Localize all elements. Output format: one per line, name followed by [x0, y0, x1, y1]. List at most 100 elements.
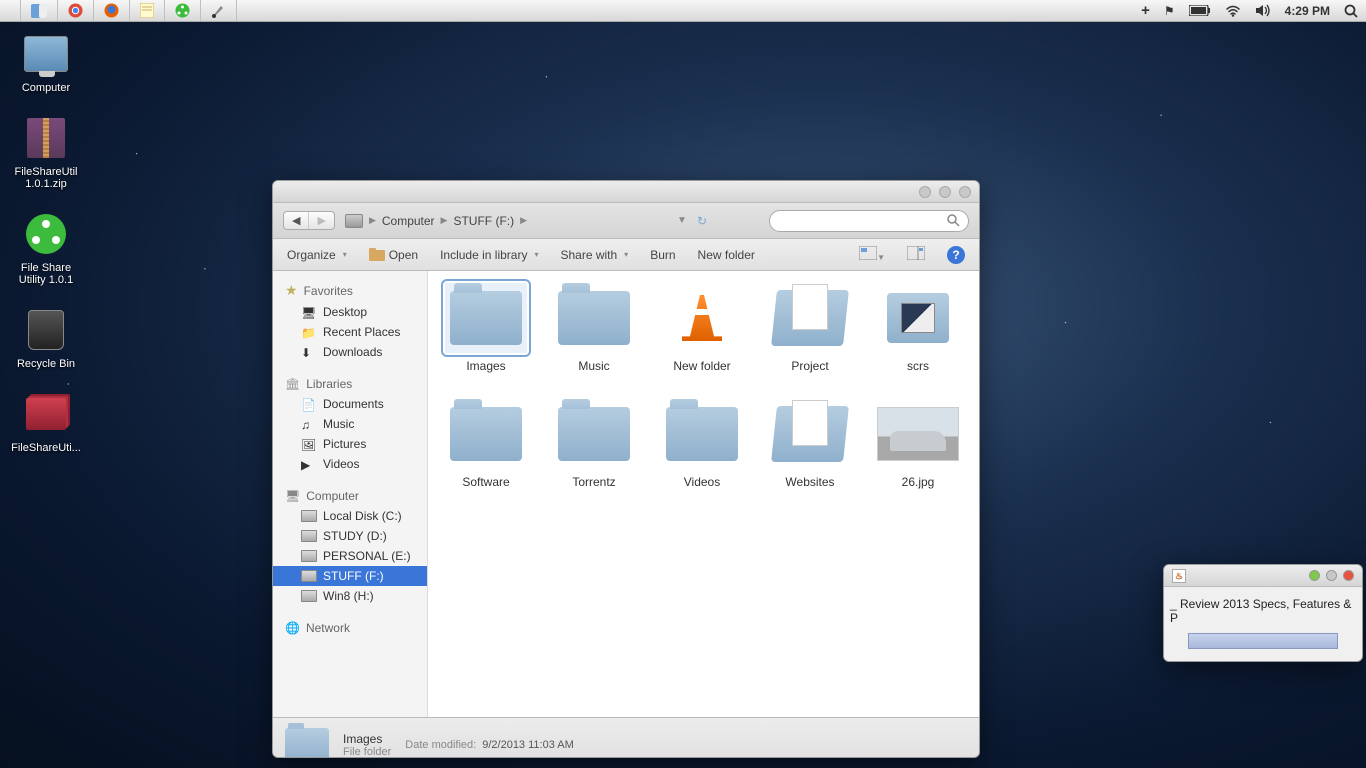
battery-icon[interactable] [1189, 5, 1211, 16]
chevron-right-icon: ▶ [520, 215, 527, 226]
folder-videos[interactable]: Videos [650, 395, 754, 507]
help-icon[interactable]: ? [947, 246, 965, 264]
add-icon[interactable]: + [1141, 2, 1150, 19]
sidebar-item-local-c[interactable]: Local Disk (C:) [273, 506, 427, 526]
share-icon [26, 214, 66, 254]
desktop-icon-zip[interactable]: FileShareUtil 1.0.1.zip [6, 114, 86, 190]
maximize-button[interactable] [1326, 570, 1337, 581]
sidebar-item-stuff-f[interactable]: STUFF (F:) [273, 566, 427, 586]
sidebar-item-personal-e[interactable]: PERSONAL (E:) [273, 546, 427, 566]
notes-app-icon[interactable] [130, 0, 165, 21]
view-mode-button[interactable]: ▼ [859, 246, 885, 263]
apple-menu-icon[interactable] [0, 0, 21, 21]
item-label: Torrentz [572, 475, 615, 489]
file-list[interactable]: Images Music New folder Project scrs Sof… [428, 271, 979, 717]
folder-screenshot-icon [887, 293, 949, 343]
icon-label: Recycle Bin [17, 358, 75, 370]
maximize-button[interactable] [939, 186, 951, 198]
finder-app-icon[interactable] [21, 0, 58, 21]
folder-software[interactable]: Software [434, 395, 538, 507]
status-name: Images [343, 732, 391, 746]
disk-icon [301, 510, 317, 522]
popup-titlebar[interactable]: ♨ [1164, 565, 1362, 587]
desktop-icon-computer[interactable]: Computer [6, 30, 86, 94]
folder-music[interactable]: Music [542, 279, 646, 391]
command-toolbar: Organize Open Include in library Share w… [273, 239, 979, 271]
refresh-icon[interactable]: ↻ [697, 214, 707, 228]
icon-label: FileShareUti... [11, 442, 81, 454]
dropdown-icon[interactable]: ▼ [677, 215, 687, 226]
new-folder-button[interactable]: New folder [698, 248, 755, 262]
nav-toolbar: ◀ ▶ ▶ Computer ▶ STUFF (F:) ▶ ▼ ↻ [273, 203, 979, 239]
window-titlebar[interactable] [273, 181, 979, 203]
sidebar-item-win8-h[interactable]: Win8 (H:) [273, 586, 427, 606]
search-input[interactable] [769, 210, 969, 232]
item-label: Websites [785, 475, 834, 489]
folder-docs-icon [774, 406, 846, 462]
sidebar-item-downloads[interactable]: ⬇Downloads [273, 342, 427, 362]
icon-label: Computer [22, 82, 70, 94]
sidebar-favorites[interactable]: ★Favorites [273, 279, 427, 302]
library-icon: 🏛 [285, 377, 300, 391]
folder-project[interactable]: Project [758, 279, 862, 391]
file-26-jpg[interactable]: 26.jpg [866, 395, 970, 507]
open-button[interactable]: Open [369, 248, 418, 262]
preview-pane-button[interactable] [907, 246, 925, 263]
close-button[interactable] [1343, 570, 1354, 581]
share-with-menu[interactable]: Share with [560, 248, 628, 262]
sidebar-item-pictures[interactable]: 🖼Pictures [273, 434, 427, 454]
burn-button[interactable]: Burn [650, 248, 675, 262]
minimize-button[interactable] [1309, 570, 1320, 581]
folder-scrs[interactable]: scrs [866, 279, 970, 391]
share-app-icon[interactable] [165, 0, 201, 21]
sidebar-item-documents[interactable]: 📄Documents [273, 394, 427, 414]
icon-label: FileShareUtil 1.0.1.zip [6, 166, 86, 190]
java-icon: ♨ [1172, 569, 1186, 583]
organize-menu[interactable]: Organize [287, 248, 347, 262]
sidebar-computer[interactable]: 🖥Computer [273, 486, 427, 506]
close-button[interactable] [959, 186, 971, 198]
firefox-app-icon[interactable] [94, 0, 130, 21]
sidebar-libraries[interactable]: 🏛Libraries [273, 374, 427, 394]
folder-docs-icon [774, 290, 846, 346]
paint-app-icon[interactable] [201, 0, 237, 21]
chevron-right-icon: ▶ [441, 215, 448, 226]
sidebar-item-music[interactable]: ♫Music [273, 414, 427, 434]
back-button[interactable]: ◀ [284, 212, 309, 229]
desktop-icon-recycle-bin[interactable]: Recycle Bin [6, 306, 86, 370]
minimize-button[interactable] [919, 186, 931, 198]
sidebar-item-desktop[interactable]: 🖥Desktop [273, 302, 427, 322]
recent-icon: 📁 [301, 326, 317, 338]
desktop-icon: 🖥 [301, 306, 317, 318]
forward-button[interactable]: ▶ [309, 212, 333, 229]
include-library-menu[interactable]: Include in library [440, 248, 538, 262]
clock-time[interactable]: 4:29 PM [1285, 4, 1330, 18]
breadcrumb-computer[interactable]: Computer [382, 214, 435, 228]
disk-icon [301, 530, 317, 542]
folder-websites[interactable]: Websites [758, 395, 862, 507]
status-modified-label: Date modified: [405, 739, 476, 751]
documents-icon: 📄 [301, 398, 317, 410]
sidebar-network[interactable]: 🌐Network [273, 618, 427, 638]
sidebar-item-videos[interactable]: ▶Videos [273, 454, 427, 474]
disk-icon [301, 550, 317, 562]
progress-bar [1188, 633, 1338, 649]
wifi-icon[interactable] [1225, 5, 1241, 17]
volume-icon[interactable] [1255, 4, 1271, 17]
folder-new-folder[interactable]: New folder [650, 279, 754, 391]
sidebar-item-study-d[interactable]: STUDY (D:) [273, 526, 427, 546]
disk-icon [301, 570, 317, 582]
folder-images[interactable]: Images [434, 279, 538, 391]
trash-icon [28, 310, 64, 350]
chevron-right-icon: ▶ [369, 215, 376, 226]
desktop-icon-fileshareuti[interactable]: FileShareUti... [6, 390, 86, 454]
search-icon [947, 214, 960, 227]
folder-torrentz[interactable]: Torrentz [542, 395, 646, 507]
window-controls [919, 186, 971, 198]
desktop-icon-share-utility[interactable]: File Share Utility 1.0.1 [6, 210, 86, 286]
breadcrumb-current[interactable]: STUFF (F:) [453, 214, 514, 228]
spotlight-icon[interactable] [1344, 4, 1358, 18]
chrome-app-icon[interactable] [58, 0, 94, 21]
flag-icon[interactable]: ⚑ [1164, 4, 1175, 18]
sidebar-item-recent[interactable]: 📁Recent Places [273, 322, 427, 342]
